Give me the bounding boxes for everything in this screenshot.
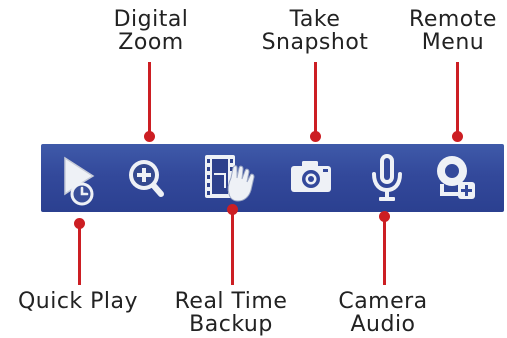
leader-line-camera-audio: [383, 216, 386, 285]
quick-play-button[interactable]: [61, 144, 99, 212]
camera-audio-button[interactable]: [367, 144, 407, 212]
microphone-icon: [372, 154, 402, 201]
label-line: Menu: [421, 30, 485, 55]
remote-menu-button[interactable]: [434, 144, 480, 212]
label-line: Digital: [113, 7, 189, 32]
label-line: Audio: [350, 312, 416, 337]
leader-dot-digital-zoom: [144, 131, 155, 142]
leader-line-real-time-backup: [231, 209, 234, 285]
remote-add-icon: [437, 156, 475, 199]
label-line: Camera: [338, 289, 428, 314]
leader-line-quick-play: [78, 223, 81, 285]
take-snapshot-button[interactable]: [288, 144, 334, 212]
label-line: Real Time: [174, 289, 288, 314]
digital-zoom-button[interactable]: [123, 144, 171, 212]
label-remote-menu: Remote Menu: [398, 8, 507, 54]
leader-dot-remote-menu: [452, 131, 463, 142]
film-hand-icon: [205, 155, 255, 202]
label-line: Quick Play: [17, 289, 139, 314]
label-camera-audio: Camera Audio: [323, 290, 443, 336]
real-time-backup-button[interactable]: [199, 144, 261, 212]
leader-dot-take-snapshot: [310, 131, 321, 142]
camera-icon: [291, 161, 331, 192]
label-line: Remote: [409, 7, 497, 32]
label-real-time-backup: Real Time Backup: [165, 290, 297, 336]
leader-line-remote-menu: [456, 62, 459, 136]
label-line: Backup: [189, 312, 273, 337]
label-line: Zoom: [118, 30, 184, 55]
label-take-snapshot: Take Snapshot: [245, 8, 385, 54]
label-quick-play: Quick Play: [0, 290, 156, 313]
play-clock-icon: [64, 156, 95, 206]
leader-line-take-snapshot: [314, 62, 317, 136]
label-line: Snapshot: [261, 30, 369, 55]
toolbar: [41, 144, 504, 212]
label-digital-zoom: Digital Zoom: [96, 8, 206, 54]
zoom-in-icon: [129, 160, 164, 197]
annotated-toolbar-figure: Digital Zoom Take Snapshot Remote Menu Q…: [0, 0, 507, 338]
leader-line-digital-zoom: [148, 62, 151, 136]
label-line: Take: [289, 7, 341, 32]
